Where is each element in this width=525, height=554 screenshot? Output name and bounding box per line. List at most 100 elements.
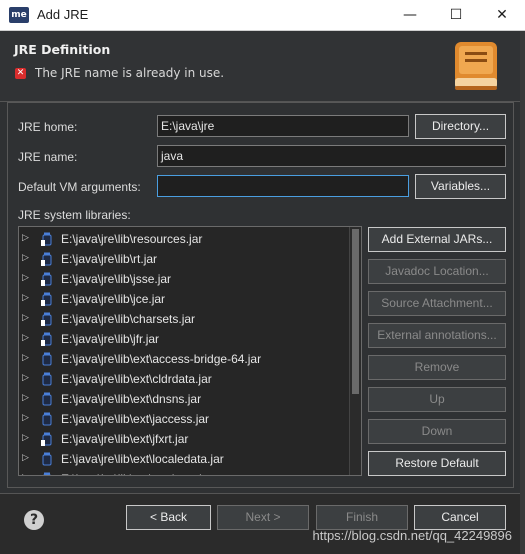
expand-arrow-icon[interactable]: ▷ <box>22 393 29 403</box>
expand-arrow-icon[interactable]: ▷ <box>22 353 29 363</box>
dialog-header: JRE Definition ✕ The JRE name is already… <box>0 31 520 101</box>
library-row[interactable]: ▷ E:\java\jre\lib\jsse.jar <box>19 269 349 289</box>
library-row[interactable]: ▷ E:\java\jre\lib\ext\cldrdata.jar <box>19 369 349 389</box>
down-button[interactable]: Down <box>368 419 506 444</box>
main-panel: JRE home: E:\java\jre Directory... JRE n… <box>0 101 520 493</box>
library-path: E:\java\jre\lib\ext\jaccess.jar <box>61 412 210 426</box>
jar-icon <box>42 392 52 406</box>
restore-default-label: Restore Default <box>395 456 479 470</box>
expand-arrow-icon[interactable]: ▷ <box>22 333 29 343</box>
library-row[interactable]: ▷ E:\java\jre\lib\ext\access-bridge-64.ja… <box>19 349 349 369</box>
library-row[interactable]: ▷ E:\java\jre\lib\charsets.jar <box>19 309 349 329</box>
library-row[interactable]: ▷ E:\java\jre\lib\ext\dnsns.jar <box>19 389 349 409</box>
up-button[interactable]: Up <box>368 387 506 412</box>
expand-arrow-icon[interactable]: ▷ <box>22 293 29 303</box>
library-path: E:\java\jre\lib\jsse.jar <box>61 272 172 286</box>
jar-source-icon <box>41 232 52 246</box>
library-path: E:\java\jre\lib\ext\localedata.jar <box>61 452 224 466</box>
jre-home-field[interactable]: E:\java\jre <box>157 115 409 137</box>
external-annotations-button[interactable]: External annotations... <box>368 323 506 348</box>
remove-label: Remove <box>414 360 460 374</box>
library-row[interactable]: ▷ E:\java\jre\lib\jce.jar <box>19 289 349 309</box>
remove-button[interactable]: Remove <box>368 355 506 380</box>
directory-button[interactable]: Directory... <box>415 114 506 139</box>
library-row[interactable]: ▷ E:\java\jre\lib\resources.jar <box>19 229 349 249</box>
variables-button[interactable]: Variables... <box>415 174 506 199</box>
expand-arrow-icon[interactable]: ▷ <box>22 433 29 443</box>
library-path: E:\java\jre\lib\ext\cldrdata.jar <box>61 372 212 386</box>
dialog-footer: ? < Back Next > Finish Cancel https://bl… <box>0 493 520 554</box>
minimize-button[interactable]: — <box>387 0 433 30</box>
vm-arguments-label: Default VM arguments: <box>18 180 141 194</box>
library-row[interactable]: ▷ E:\java\jre\lib\ext\jaccess.jar <box>19 409 349 429</box>
down-label: Down <box>421 424 453 438</box>
javadoc-location-label: Javadoc Location... <box>385 264 489 278</box>
vm-arguments-field[interactable] <box>157 175 409 197</box>
library-row[interactable]: ▷ E:\java\jre\lib\ext\jfxrt.jar <box>19 429 349 449</box>
jar-source-icon <box>41 272 52 286</box>
library-row[interactable]: ▷ E:\java\jre\lib\ext\localedata.jar <box>19 449 349 469</box>
jre-home-label: JRE home: <box>18 120 78 134</box>
jar-source-icon <box>41 332 52 346</box>
library-path: E:\java\jre\lib\jfr.jar <box>61 332 160 346</box>
library-path: E:\java\jre\lib\jce.jar <box>61 292 166 306</box>
jar-source-icon <box>41 312 52 326</box>
jar-icon <box>42 452 52 466</box>
expand-arrow-icon[interactable]: ▷ <box>22 253 29 263</box>
library-path: E:\java\jre\lib\ext\nashorn.jar <box>61 472 212 475</box>
maximize-button[interactable]: ☐ <box>433 0 479 30</box>
title-bar: me Add JRE — ☐ ✕ <box>0 0 525 31</box>
library-row[interactable]: ▷ E:\java\jre\lib\ext\nashorn.jar <box>19 469 349 475</box>
library-path: E:\java\jre\lib\charsets.jar <box>61 312 196 326</box>
app-icon: me <box>9 7 29 23</box>
next-button[interactable]: Next > <box>217 505 309 530</box>
library-row[interactable]: ▷ E:\java\jre\lib\rt.jar <box>19 249 349 269</box>
tree-scrollbar[interactable] <box>349 227 361 475</box>
cancel-button[interactable]: Cancel <box>414 505 506 530</box>
watermark: https://blog.csdn.net/qq_42249896 <box>312 528 513 543</box>
window-title: Add JRE <box>37 7 89 22</box>
expand-arrow-icon[interactable]: ▷ <box>22 233 29 243</box>
finish-label: Finish <box>345 510 378 524</box>
next-label: Next > <box>245 510 281 524</box>
expand-arrow-icon[interactable]: ▷ <box>22 313 29 323</box>
jar-source-icon <box>41 252 52 266</box>
jar-icon <box>43 472 51 475</box>
expand-arrow-icon[interactable]: ▷ <box>22 373 29 383</box>
add-external-jars-label: Add External JARs... <box>381 232 493 246</box>
restore-default-button[interactable]: Restore Default <box>368 451 506 476</box>
jar-icon <box>42 412 52 426</box>
add-external-jars-button[interactable]: Add External JARs... <box>368 227 506 252</box>
library-path: E:\java\jre\lib\ext\dnsns.jar <box>61 392 202 406</box>
library-row[interactable]: ▷ E:\java\jre\lib\jfr.jar <box>19 329 349 349</box>
cancel-label: Cancel <box>441 510 479 524</box>
javadoc-location-button[interactable]: Javadoc Location... <box>368 259 506 284</box>
book-icon <box>455 42 497 90</box>
jar-icon <box>42 372 52 386</box>
library-path: E:\java\jre\lib\ext\jfxrt.jar <box>61 432 189 446</box>
expand-arrow-icon[interactable]: ▷ <box>22 453 29 463</box>
header-title: JRE Definition <box>14 42 111 57</box>
error-icon: ✕ <box>15 68 26 79</box>
library-path: E:\java\jre\lib\rt.jar <box>61 252 158 266</box>
jar-icon <box>42 352 52 366</box>
library-path: E:\java\jre\lib\ext\access-bridge-64.jar <box>61 352 262 366</box>
expand-arrow-icon[interactable]: ▷ <box>22 413 29 423</box>
scrollbar-thumb[interactable] <box>352 229 359 394</box>
library-path: E:\java\jre\lib\resources.jar <box>61 232 203 246</box>
expand-arrow-icon[interactable]: ▷ <box>22 273 29 283</box>
expand-arrow-icon[interactable]: ▷ <box>22 473 29 475</box>
jre-name-field[interactable]: java <box>157 145 506 167</box>
close-button[interactable]: ✕ <box>479 0 525 30</box>
directory-button-label: Directory... <box>431 119 490 133</box>
back-label: < Back <box>149 510 188 524</box>
finish-button[interactable]: Finish <box>316 505 408 530</box>
back-button[interactable]: < Back <box>126 505 211 530</box>
up-label: Up <box>429 392 445 406</box>
libraries-tree[interactable]: ▷ E:\java\jre\lib\resources.jar ▷ E:\java\j… <box>18 226 362 476</box>
help-icon[interactable]: ? <box>24 510 44 530</box>
jar-source-icon <box>41 432 52 446</box>
error-message: The JRE name is already in use. <box>35 66 225 80</box>
source-attachment-label: Source Attachment... <box>381 296 493 310</box>
source-attachment-button[interactable]: Source Attachment... <box>368 291 506 316</box>
